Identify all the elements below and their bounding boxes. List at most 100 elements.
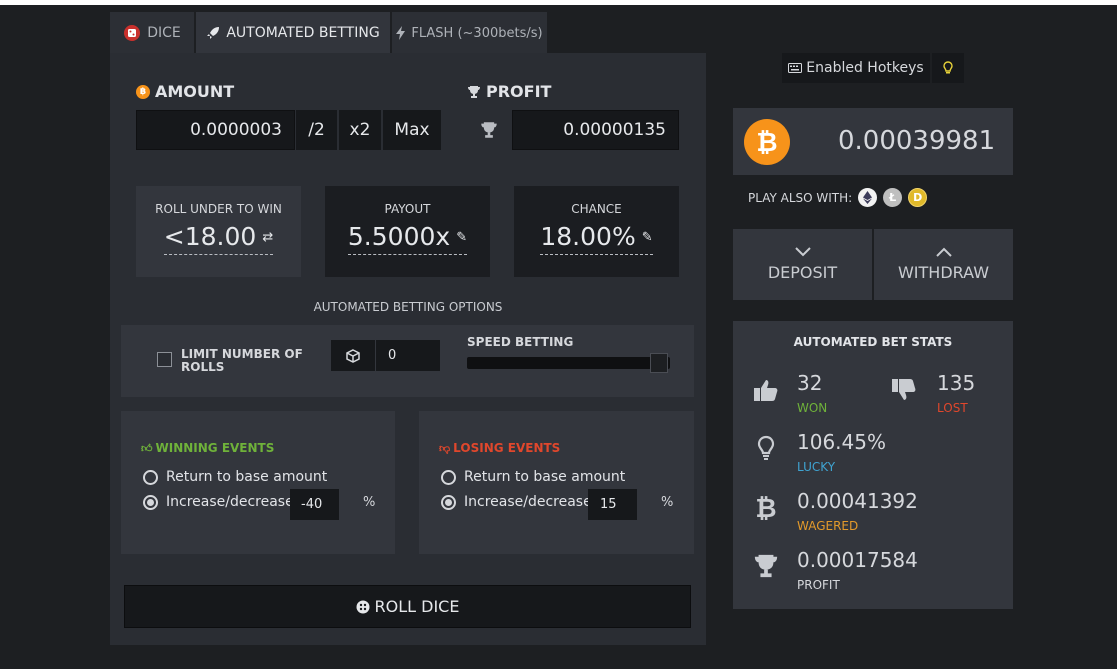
profit-heading: PROFIT [467, 82, 551, 101]
speed-slider[interactable] [467, 353, 670, 373]
pencil-icon: ✎ [641, 230, 653, 245]
withdraw-button[interactable]: WITHDRAW [874, 229, 1013, 300]
losing-events-title: 👎︎ LOSING EVENTS [439, 441, 560, 455]
keyboard-icon [788, 63, 803, 73]
profit-input[interactable]: 0.00000135 [512, 110, 679, 150]
lightbulb-icon [751, 433, 781, 463]
winning-increase-radio[interactable]: Increase/decrease [143, 494, 294, 510]
ethereum-icon[interactable] [858, 188, 878, 207]
speed-slider-handle[interactable] [650, 353, 668, 373]
stats-profit-label: PROFIT [797, 578, 840, 592]
losing-increase-radio[interactable]: Increase/decrease [441, 494, 592, 510]
chance-box[interactable]: CHANCE 18.00% ✎ [514, 186, 679, 277]
losing-percent-input[interactable]: 15 [588, 489, 637, 520]
speed-label: SPEED BETTING [467, 335, 574, 349]
litecoin-icon[interactable]: Ł [883, 188, 903, 207]
trophy-icon [478, 120, 500, 140]
double-button[interactable]: x2 [338, 110, 381, 150]
winning-percent-value: -40 [301, 497, 323, 512]
radio-circle [441, 469, 456, 485]
lost-label: LOST [937, 401, 968, 415]
withdraw-label: WITHDRAW [897, 263, 990, 282]
chevron-down-icon [794, 247, 811, 257]
limit-rolls-value: 0 [388, 348, 397, 363]
thumbs-down-icon: 👎︎ [439, 441, 451, 455]
roll-dice-button[interactable]: ROLL DICE [124, 585, 691, 628]
roll-under-number: <18.00 [163, 222, 257, 251]
amount-heading: ฿ AMOUNT [136, 82, 234, 101]
winning-opt1-label: Return to base amount [166, 469, 328, 485]
winning-percent-unit: % [363, 495, 376, 510]
half-button[interactable]: /2 [295, 110, 337, 150]
radio-circle-selected [143, 494, 158, 510]
tab-flash[interactable]: FLASH (~300bets/s) [392, 12, 547, 54]
roll-under-value[interactable]: <18.00 ⇄ [163, 222, 274, 255]
lightbulb-icon [943, 61, 953, 75]
cube-icon [331, 340, 375, 371]
chance-value[interactable]: 18.00% ✎ [540, 222, 653, 255]
limit-rolls-input[interactable]: 0 [376, 340, 440, 371]
bet-stats-panel: AUTOMATED BET STATS 32 WON 135 LOST 106.… [733, 321, 1013, 609]
losing-opt1-label: Return to base amount [464, 469, 626, 485]
thumbs-down-icon [889, 375, 919, 405]
thumbs-up-icon [751, 375, 781, 405]
hotkeys-button[interactable]: Enabled Hotkeys [782, 53, 930, 83]
dice-icon [123, 24, 141, 42]
roll-dice-label: ROLL DICE [374, 597, 460, 616]
radio-circle [143, 469, 158, 485]
bolt-icon [396, 26, 406, 40]
winning-opt2-label: Increase/decrease [166, 494, 294, 510]
half-label: /2 [308, 120, 325, 140]
winning-events-text: WINNING EVENTS [155, 441, 275, 455]
tab-flash-label: FLASH (~300bets/s) [411, 25, 543, 41]
deposit-button[interactable]: DEPOSIT [733, 229, 872, 300]
radio-circle-selected [441, 494, 456, 510]
winning-percent-input[interactable]: -40 [290, 489, 339, 520]
window-top-edge [0, 0, 1117, 5]
losing-opt2-label: Increase/decrease [464, 494, 592, 510]
payout-box[interactable]: PAYOUT 5.5000x ✎ [325, 186, 490, 277]
dice-icon [356, 600, 370, 614]
thumbs-up-icon: 👍︎ [141, 441, 153, 455]
winning-return-base-radio[interactable]: Return to base amount [143, 469, 327, 485]
tab-automated-betting-label: AUTOMATED BETTING [226, 25, 380, 41]
chance-label: CHANCE [571, 202, 622, 216]
bitcoin-icon: ₿ [755, 493, 777, 524]
wagered-value: 0.00041392 [797, 489, 918, 513]
payout-value[interactable]: 5.5000x ✎ [347, 222, 468, 255]
double-label: x2 [349, 120, 371, 140]
pencil-icon: ✎ [456, 230, 468, 245]
tab-automated-betting[interactable]: AUTOMATED BETTING [196, 12, 390, 54]
lucky-value: 106.45% [797, 430, 886, 454]
tab-dice-label: DICE [147, 25, 181, 41]
trophy-icon [467, 85, 481, 99]
tab-dice[interactable]: DICE [110, 12, 194, 54]
dogecoin-icon[interactable]: D [908, 188, 928, 207]
chevron-up-icon [935, 247, 952, 257]
bitcoin-icon[interactable]: ₿ [744, 119, 790, 165]
rocket-icon [206, 26, 220, 40]
profit-label: PROFIT [486, 82, 552, 101]
lost-value: 135 [937, 371, 976, 395]
options-title: AUTOMATED BETTING OPTIONS [110, 293, 706, 321]
won-label: WON [797, 401, 828, 415]
profit-value: 0.00000135 [563, 120, 666, 140]
wagered-label: WAGERED [797, 519, 859, 533]
payout-number: 5.5000x [347, 222, 451, 251]
max-label: Max [394, 120, 430, 140]
limit-rolls-checkbox[interactable] [157, 352, 172, 367]
hotkeys-info-button[interactable] [932, 53, 964, 83]
btc-small-icon: ฿ [136, 84, 150, 99]
amount-label: AMOUNT [155, 82, 235, 101]
lucky-label: LUCKY [797, 460, 836, 474]
limit-rolls-line2: ROLLS [181, 360, 225, 374]
amount-input[interactable]: 0.0000003 [136, 110, 295, 150]
limit-rolls-label: LIMIT NUMBER OF ROLLS [181, 348, 303, 374]
balance-box: ₿ 0.00039981 [733, 108, 1013, 175]
max-button[interactable]: Max [382, 110, 441, 150]
payout-label: PAYOUT [384, 202, 431, 216]
roll-under-box[interactable]: ROLL UNDER TO WIN <18.00 ⇄ [136, 186, 301, 277]
hotkeys-label: Enabled Hotkeys [806, 60, 924, 76]
losing-return-base-radio[interactable]: Return to base amount [441, 469, 625, 485]
stats-profit-value: 0.00017584 [797, 548, 918, 572]
